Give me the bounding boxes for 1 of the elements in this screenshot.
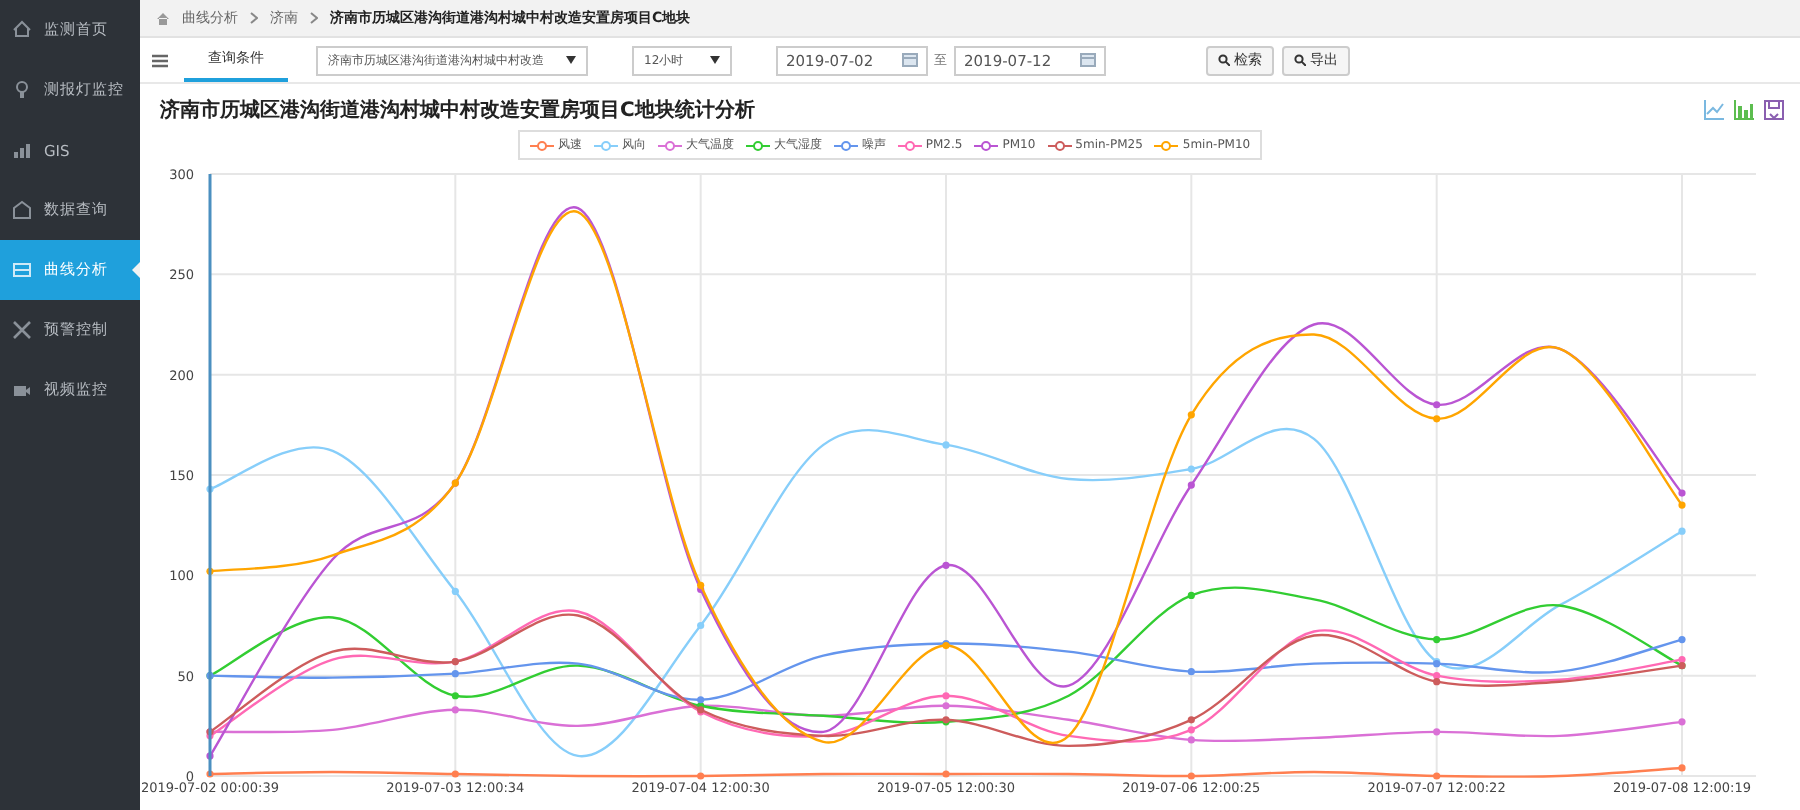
chart-title: 济南市历城区港沟街道港沟村城中村改造安置房项目C地块统计分析 [160, 96, 755, 124]
